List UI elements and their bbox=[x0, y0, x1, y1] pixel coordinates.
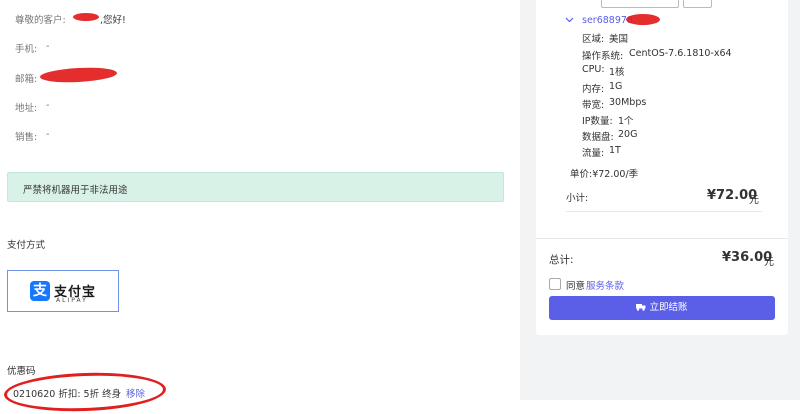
alipay-icon: 支 bbox=[30, 281, 50, 301]
greeting-suffix: ,您好! bbox=[100, 15, 126, 26]
quantity-update-button[interactable] bbox=[683, 0, 712, 8]
greeting-prefix: 尊敬的客户: bbox=[15, 15, 66, 26]
redacted-name bbox=[73, 13, 99, 21]
email-label: 邮箱: bbox=[15, 74, 38, 85]
legal-notice-text: 严禁将机器用于非法用途 bbox=[23, 185, 128, 196]
spec-os-value: CentOS-7.6.1810-x64 bbox=[629, 48, 732, 59]
coupon-label: 优惠码 bbox=[7, 366, 36, 377]
alipay-name-en: ALIPAY bbox=[56, 297, 88, 304]
terms-of-service-link[interactable]: 服务条款 bbox=[586, 278, 624, 292]
truck-icon bbox=[636, 304, 646, 311]
total-label: 总计: bbox=[549, 254, 574, 266]
redacted-product-suffix bbox=[626, 14, 660, 25]
legal-notice: 严禁将机器用于非法用途 bbox=[7, 172, 504, 202]
spec-disk-label: 数据盘: bbox=[582, 132, 614, 143]
spec-ip-label: IP数量: bbox=[582, 116, 613, 127]
sales-value: - bbox=[46, 129, 50, 140]
spec-bandwidth-value: 30Mbps bbox=[609, 97, 647, 108]
spec-memory-value: 1G bbox=[609, 81, 623, 92]
agree-terms-checkbox[interactable] bbox=[549, 278, 561, 290]
payment-method-label: 支付方式 bbox=[7, 240, 46, 251]
subtotal-unit: 元 bbox=[749, 195, 759, 206]
spec-ip-value: 1个 bbox=[618, 116, 634, 127]
spec-memory-label: 内存: bbox=[582, 84, 605, 95]
unit-price: 单价:¥72.00/季 bbox=[570, 169, 639, 180]
spec-cpu-value: 1核 bbox=[609, 67, 625, 78]
spec-cpu-label: CPU: bbox=[582, 64, 605, 75]
phone-value: - bbox=[46, 41, 50, 52]
agree-terms-prefix: 同意 bbox=[566, 281, 586, 292]
subtotal-label: 小计: bbox=[566, 193, 589, 204]
spec-region-value: 美国 bbox=[609, 34, 629, 45]
spec-os-label: 操作系统: bbox=[582, 51, 624, 62]
redacted-email bbox=[39, 65, 118, 85]
spec-bandwidth-label: 带宽: bbox=[582, 100, 605, 111]
spec-disk-value: 20G bbox=[618, 129, 638, 140]
sales-label: 销售: bbox=[15, 132, 38, 143]
phone-label: 手机: bbox=[15, 44, 38, 55]
chevron-down-icon[interactable] bbox=[565, 17, 574, 23]
spec-region-label: 区域: bbox=[582, 34, 605, 45]
spec-traffic-label: 流量: bbox=[582, 148, 605, 159]
spec-traffic-value: 1T bbox=[609, 145, 621, 156]
quantity-input[interactable] bbox=[601, 0, 679, 8]
address-label: 地址: bbox=[15, 103, 38, 114]
total-unit: 元 bbox=[764, 257, 774, 268]
customer-panel: 尊敬的客户: ,您好! 手机: - 邮箱: 地址: - 销售: - 严禁将机器用… bbox=[0, 0, 520, 414]
address-value: - bbox=[46, 100, 50, 111]
subtotal-divider bbox=[566, 211, 762, 212]
total-divider bbox=[536, 238, 788, 239]
checkout-label: 立即结账 bbox=[649, 302, 688, 313]
alipay-option[interactable]: 支 支付宝 ALIPAY bbox=[7, 270, 119, 312]
checkout-button[interactable]: 立即结账 bbox=[549, 296, 775, 320]
